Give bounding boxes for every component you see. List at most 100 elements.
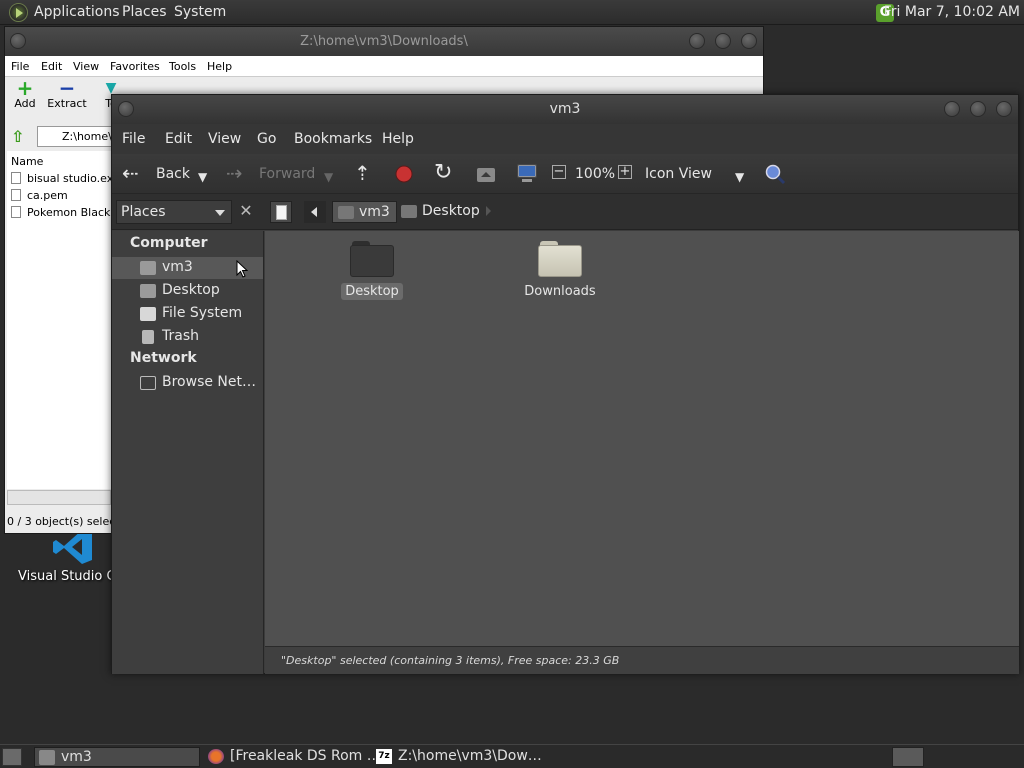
up-arrow-icon[interactable]: ⇧: [11, 127, 24, 146]
forward-button: Forward: [259, 166, 316, 182]
menu-system[interactable]: System: [174, 4, 226, 20]
file-manager-titlebar[interactable]: vm3: [112, 95, 1018, 124]
view-mode-dropdown-icon[interactable]: ▼: [735, 166, 744, 188]
workspace-switcher-icon[interactable]: [892, 747, 924, 767]
forward-arrow-icon: ⇢: [226, 161, 243, 185]
close-button[interactable]: [741, 33, 757, 49]
clock[interactable]: Fri Mar 7, 10:02 AM: [884, 4, 1020, 20]
edit-location-icon[interactable]: [270, 201, 292, 223]
extract-label: Extract: [47, 97, 87, 110]
home-folder-icon: [39, 750, 55, 765]
sidebar-header-computer: Computer: [130, 235, 208, 251]
home-folder-icon: [338, 206, 354, 219]
add-icon: +: [16, 76, 34, 100]
window-title: vm3: [549, 101, 581, 117]
sidebar-item-file-system[interactable]: File System: [112, 303, 263, 325]
7zip-menu-view[interactable]: View: [73, 60, 99, 73]
menu-file[interactable]: File: [122, 131, 145, 147]
top-panel: Applications Places System G Fri Mar 7, …: [0, 0, 1024, 25]
search-icon[interactable]: [764, 163, 786, 185]
taskbar-item-7zip[interactable]: 7z Z:\home\vm3\Dow…: [372, 747, 542, 767]
zoom-level: 100%: [575, 166, 616, 182]
file-manager-window: vm3 File Edit View Go Bookmarks Help ⇠ B…: [111, 94, 1019, 674]
home-icon[interactable]: [476, 165, 496, 183]
7zip-address-input[interactable]: Z:\home\v: [37, 126, 118, 147]
sidebar-item-browse-network[interactable]: Browse Net…: [112, 372, 263, 394]
menu-applications[interactable]: Applications: [34, 4, 120, 20]
7zip-menu-favorites[interactable]: Favorites: [110, 60, 160, 73]
file-icon: [11, 172, 21, 184]
close-button[interactable]: [996, 101, 1012, 117]
sidebar-item-desktop[interactable]: Desktop: [112, 280, 263, 302]
7zip-icon: 7z: [376, 749, 392, 764]
folder-icon: [538, 241, 582, 277]
file-icon: [11, 189, 21, 201]
7zip-file-list: Name bisual studio.exe ca.pem Pokemon Bl…: [7, 151, 128, 489]
add-button[interactable]: + Add: [5, 77, 45, 110]
7zip-menu-file[interactable]: File: [11, 60, 29, 73]
add-label: Add: [14, 97, 36, 110]
zoom-in-icon[interactable]: +: [618, 165, 632, 179]
icon-view[interactable]: Desktop Downloads: [265, 231, 1019, 646]
sidebar-item-trash[interactable]: Trash: [112, 326, 263, 348]
sidebar: Computer vm3 Desktop File System Trash N…: [112, 231, 264, 674]
taskbar-item-vm3[interactable]: vm3: [34, 747, 200, 767]
maximize-button[interactable]: [970, 101, 986, 117]
desktop-folder-icon: [350, 241, 394, 277]
menu-view[interactable]: View: [208, 131, 241, 147]
breadcrumb-desktop[interactable]: Desktop: [396, 201, 486, 223]
close-sidebar-icon[interactable]: ✕: [236, 201, 256, 223]
7zip-address-bar: ⇧ Z:\home\v: [5, 123, 118, 149]
7zip-menu-help[interactable]: Help: [207, 60, 232, 73]
maximize-button[interactable]: [715, 33, 731, 49]
extract-button[interactable]: − Extract: [47, 77, 87, 110]
back-history-dropdown-icon[interactable]: ▼: [198, 166, 207, 188]
column-header-name[interactable]: Name: [11, 155, 43, 168]
folder-item-desktop[interactable]: Desktop: [327, 241, 417, 300]
stop-icon[interactable]: [394, 164, 414, 184]
menu-go[interactable]: Go: [257, 131, 276, 147]
path-scroll-right-icon[interactable]: [486, 206, 491, 216]
back-arrow-icon[interactable]: ⇠: [122, 162, 139, 184]
applications-icon[interactable]: [9, 3, 28, 22]
list-item[interactable]: ca.pem: [11, 189, 68, 202]
horizontal-scrollbar[interactable]: [7, 490, 111, 505]
folder-label: Downloads: [524, 284, 596, 299]
zoom-out-icon[interactable]: −: [552, 165, 566, 179]
chevron-down-icon: [215, 210, 225, 216]
7zip-titlebar[interactable]: Z:\home\vm3\Downloads\: [5, 27, 763, 56]
menu-edit[interactable]: Edit: [165, 131, 192, 147]
desktop-icon: [140, 284, 156, 298]
back-button[interactable]: Back: [156, 166, 190, 182]
computer-icon[interactable]: [516, 164, 538, 184]
up-icon[interactable]: ⇡: [354, 162, 371, 184]
toolbar: ⇠ Back ▼ ⇢ Forward ▼ ⇡ ↻ − 100% + Icon V…: [112, 154, 1018, 194]
sidebar-type-label: Places: [121, 204, 166, 220]
minimize-button[interactable]: [944, 101, 960, 117]
minimize-button[interactable]: [689, 33, 705, 49]
list-item[interactable]: bisual studio.exe: [11, 172, 120, 185]
reload-icon[interactable]: ↻: [434, 162, 452, 184]
7zip-menu-tools[interactable]: Tools: [169, 60, 196, 73]
show-desktop-icon[interactable]: [2, 748, 22, 766]
7zip-window-title: Z:\home\vm3\Downloads\: [300, 34, 468, 49]
menu-places[interactable]: Places: [122, 4, 167, 20]
view-mode-select[interactable]: Icon View: [645, 166, 712, 182]
trash-icon: [142, 330, 154, 344]
menubar: File Edit View Go Bookmarks Help: [112, 124, 1018, 154]
desktop-folder-icon: [401, 205, 417, 218]
extract-icon: −: [58, 76, 76, 100]
taskbar-item-browser[interactable]: [Freakleak DS Rom …: [204, 747, 381, 767]
location-bar: Places ✕ vm3 Desktop: [112, 194, 1018, 230]
menu-bookmarks[interactable]: Bookmarks: [294, 131, 372, 147]
folder-item-downloads[interactable]: Downloads: [515, 241, 605, 300]
bottom-panel: vm3 [Freakleak DS Rom … 7z Z:\home\vm3\D…: [0, 744, 1024, 768]
7zip-menu-edit[interactable]: Edit: [41, 60, 62, 73]
menu-help[interactable]: Help: [382, 131, 414, 147]
path-scroll-left-icon[interactable]: [304, 201, 326, 223]
desktop-icon-label[interactable]: Visual Studio Co: [18, 569, 124, 584]
status-text: "Desktop" selected (containing 3 items),…: [281, 654, 620, 667]
firefox-icon: [208, 749, 224, 764]
breadcrumb-vm3[interactable]: vm3: [332, 201, 397, 223]
sidebar-type-select[interactable]: Places: [116, 200, 232, 224]
